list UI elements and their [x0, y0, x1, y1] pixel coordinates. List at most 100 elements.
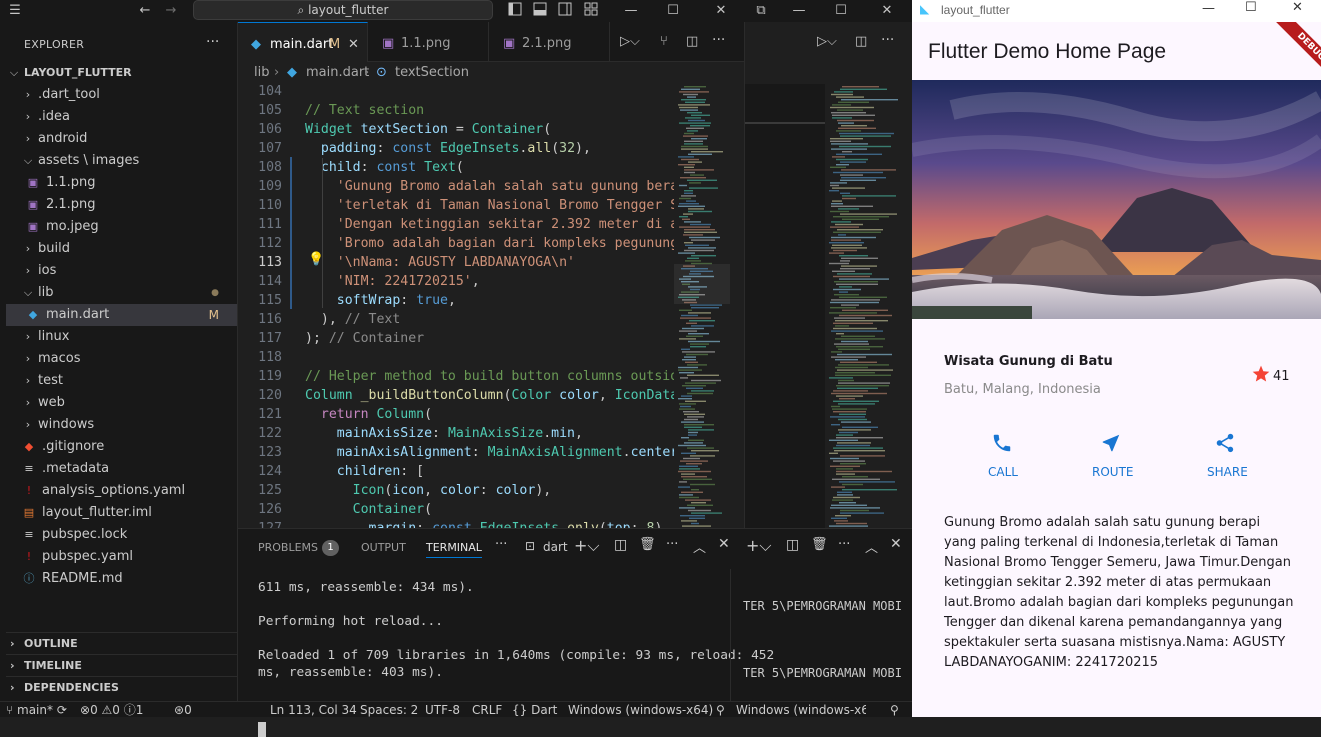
ports-status[interactable]: ⊛0: [174, 702, 192, 718]
maximize-icon[interactable]: ☐: [1245, 0, 1257, 15]
file-item[interactable]: ◆ .gitignore: [6, 436, 237, 458]
notifications-icon[interactable]: ⚲: [716, 702, 725, 718]
folder-item[interactable]: › build: [6, 238, 237, 260]
minimize-icon-2[interactable]: —: [790, 2, 808, 20]
line-ending[interactable]: CRLF: [472, 702, 502, 718]
toggle-sidebar-icon[interactable]: [506, 2, 524, 20]
close-icon[interactable]: ✕: [1292, 0, 1303, 15]
breadcrumb-lib[interactable]: lib: [254, 62, 269, 84]
file-item[interactable]: ! analysis_options.yaml: [6, 480, 237, 502]
file-item[interactable]: ◆ main.dart M: [6, 304, 237, 326]
maximize-panel-icon-2[interactable]: ︿: [865, 537, 878, 556]
more-actions-icon[interactable]: ···: [206, 34, 219, 50]
tab-1-1-png[interactable]: ▣ 1.1.png: [368, 22, 489, 62]
split-editor-icon[interactable]: ◫: [855, 34, 867, 49]
folder-item[interactable]: › .idea: [6, 106, 237, 128]
minimap-2[interactable]: [825, 84, 913, 528]
maximize-icon[interactable]: ☐: [664, 2, 682, 20]
folder-item[interactable]: › test: [6, 370, 237, 392]
tab-2-1-png[interactable]: ▣ 2.1.png: [489, 22, 610, 62]
close-panel-icon-2[interactable]: ✕: [890, 536, 902, 552]
folder-item[interactable]: › web: [6, 392, 237, 414]
folder-item[interactable]: › .dart_tool: [6, 84, 237, 106]
run-debug-icon[interactable]: ▷⌵: [620, 34, 640, 49]
source-control-icon[interactable]: ⑂: [660, 34, 668, 49]
folder-item[interactable]: › ios: [6, 260, 237, 282]
indentation[interactable]: Spaces: 2: [360, 702, 418, 718]
tab-terminal[interactable]: TERMINAL: [426, 541, 482, 558]
command-center-search[interactable]: ⌕ layout_flutter: [193, 0, 493, 20]
maximize-panel-icon[interactable]: ︿: [693, 537, 706, 556]
folder-item[interactable]: › macos: [6, 348, 237, 370]
more-actions-icon[interactable]: ···: [881, 32, 894, 48]
star-icon[interactable]: [1251, 364, 1271, 388]
terminal-output[interactable]: 611 ms, reassemble: 434 ms). Performing h…: [238, 569, 774, 737]
customize-layout-icon[interactable]: [582, 2, 600, 20]
back-arrow-icon[interactable]: ←: [136, 2, 154, 20]
file-item[interactable]: ▤ layout_flutter.iml: [6, 502, 237, 524]
route-button[interactable]: ROUTE: [1086, 428, 1138, 484]
tree-item-label: .metadata: [42, 461, 110, 476]
trash-icon-2[interactable]: 🗑: [811, 537, 828, 552]
close-panel-icon[interactable]: ✕: [718, 536, 730, 552]
file-item[interactable]: ! pubspec.yaml: [6, 546, 237, 568]
share-button[interactable]: SHARE: [1200, 428, 1252, 484]
file-item[interactable]: ▣ mo.jpeg: [6, 216, 237, 238]
language-mode[interactable]: {} Dart: [512, 702, 557, 718]
section-timeline[interactable]: › TIMELINE: [6, 654, 237, 676]
minimize-icon[interactable]: —: [1202, 1, 1215, 16]
device-status[interactable]: Windows (windows-x64): [568, 702, 713, 718]
encoding[interactable]: UTF-8: [425, 702, 460, 718]
close-tab-icon[interactable]: ✕: [348, 23, 359, 67]
folder-item[interactable]: › android: [6, 128, 237, 150]
menu-icon[interactable]: ☰: [6, 2, 24, 20]
trash-icon[interactable]: 🗑: [639, 537, 656, 552]
tab-problems[interactable]: PROBLEMS: [258, 541, 318, 554]
device-status-2[interactable]: Windows (windows-x64): [736, 702, 866, 718]
run-debug-icon[interactable]: ▷⌵: [817, 34, 837, 49]
new-terminal-icon[interactable]: +⌵: [574, 536, 600, 556]
split-editor-icon[interactable]: ◫: [686, 34, 698, 49]
more-actions-icon-2[interactable]: ···: [838, 537, 850, 552]
explorer-root[interactable]: ⌵ LAYOUT_FLUTTER: [6, 62, 237, 84]
toggle-secondary-sidebar-icon[interactable]: [556, 2, 574, 20]
breadcrumb-file[interactable]: main.dart: [306, 62, 369, 84]
folder-item[interactable]: ⌵ lib ●: [6, 282, 237, 304]
more-actions-icon[interactable]: ···: [666, 537, 678, 552]
folder-item[interactable]: › windows: [6, 414, 237, 436]
branch-status[interactable]: ⑂ main* ⟳: [6, 702, 67, 718]
tab-output[interactable]: OUTPUT: [361, 541, 406, 554]
folder-item[interactable]: › linux: [6, 326, 237, 348]
call-button[interactable]: CALL: [977, 428, 1029, 484]
code-editor[interactable]: 💡 104 105// Text section 106 Widget textSec…: [238, 84, 674, 528]
terminal-name[interactable]: dart: [543, 540, 568, 554]
close-icon[interactable]: ✕: [712, 2, 730, 20]
notifications-icon-2[interactable]: ⚲: [890, 702, 899, 718]
file-item[interactable]: ≡ pubspec.lock: [6, 524, 237, 546]
split-terminal-icon-2[interactable]: ◫: [786, 537, 799, 553]
breadcrumb-symbol[interactable]: textSection: [395, 62, 469, 84]
more-actions-icon[interactable]: ···: [712, 32, 725, 48]
file-item[interactable]: ⓘ README.md: [6, 568, 237, 590]
cursor-position[interactable]: Ln 113, Col 34: [270, 702, 357, 718]
problems-status[interactable]: ⊗0 ⚠0 ⓘ1: [80, 702, 143, 718]
close-icon-2[interactable]: ✕: [878, 2, 896, 20]
file-item[interactable]: ▣ 1.1.png: [6, 172, 237, 194]
folder-item[interactable]: ⌵ assets \ images: [6, 150, 237, 172]
forward-arrow-icon[interactable]: →: [162, 2, 180, 20]
file-item[interactable]: ≡ .metadata: [6, 458, 237, 480]
split-terminal-icon[interactable]: ◫: [614, 537, 627, 553]
maximize-icon-2[interactable]: ☐: [832, 2, 850, 20]
section-outline[interactable]: › OUTLINE: [6, 632, 237, 654]
tab-main-dart[interactable]: ◆ main.dart M ✕: [238, 22, 368, 62]
terminal-output-2[interactable]: TER 5\PEMROGRAMAN MOBI TER 5\PEMROGRAMAN…: [730, 569, 912, 708]
new-terminal-icon-2[interactable]: +⌵: [746, 536, 772, 556]
minimap[interactable]: [674, 84, 744, 528]
toggle-panel-icon[interactable]: [531, 2, 549, 20]
minimize-icon[interactable]: —: [622, 2, 640, 20]
window-layout-icon[interactable]: ⧉: [752, 2, 770, 20]
section-dependencies[interactable]: › DEPENDENCIES: [6, 676, 237, 698]
tree-item-label: pubspec.lock: [42, 527, 128, 542]
file-item[interactable]: ▣ 2.1.png: [6, 194, 237, 216]
more-actions-icon[interactable]: ···: [495, 537, 507, 552]
